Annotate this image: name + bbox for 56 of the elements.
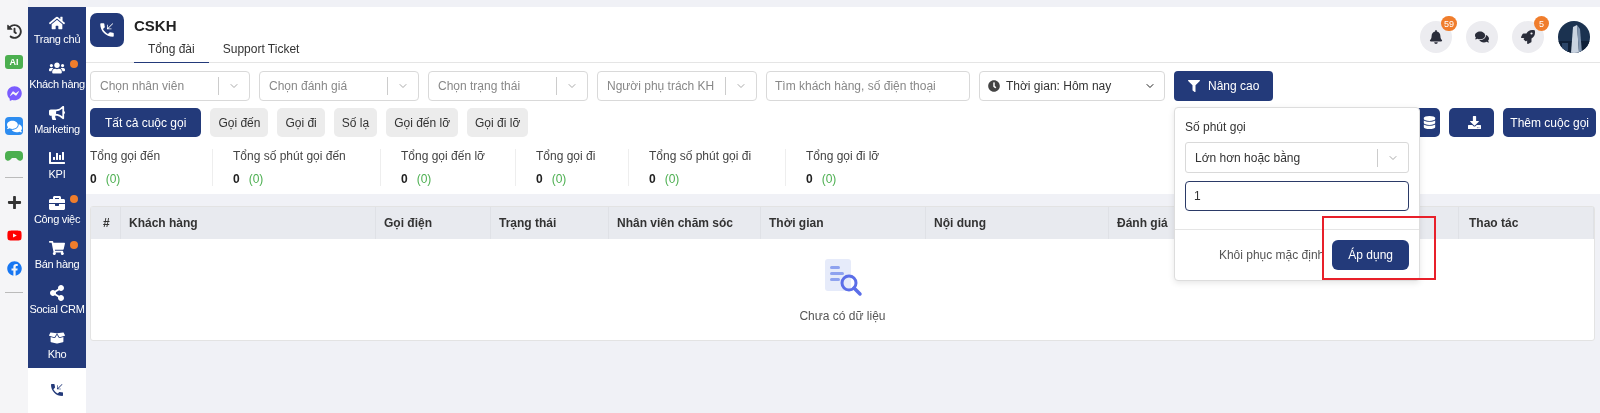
stat-sub-value: (0): [821, 172, 837, 186]
column-header: Nội dung: [926, 207, 1109, 239]
advanced-filter-button[interactable]: Nâng cao: [1174, 71, 1274, 101]
stat-label: Tổng gọi đến lỡ: [401, 149, 486, 163]
call-type-tab[interactable]: Gọi đến: [210, 108, 269, 137]
nav-item[interactable]: Bán hàng: [28, 232, 86, 278]
time-select[interactable]: Thời gian: Hôm nay: [979, 71, 1165, 101]
column-header: Thao tác: [1459, 207, 1594, 239]
select-field[interactable]: Chọn nhân viên: [90, 71, 250, 101]
stat-sub-value: (0): [664, 172, 680, 186]
column-header: Nhân viên chăm sóc: [609, 207, 761, 239]
stat-value: 0: [401, 172, 408, 186]
stat-value: 0: [806, 172, 813, 186]
call-type-tab[interactable]: Gọi đi: [277, 108, 325, 137]
call-type-tab[interactable]: Gọi đến lỡ: [386, 108, 459, 137]
stat-label: Tổng số phút gọi đến: [233, 149, 347, 163]
stat-label: Tổng gọi đi lỡ: [806, 149, 881, 163]
search-field[interactable]: Tìm khách hàng, số điện thoại: [766, 71, 970, 101]
tab[interactable]: Support Ticket: [208, 42, 314, 64]
call-type-tab[interactable]: Gọi đi lỡ: [467, 108, 529, 137]
column-header: Khách hàng: [121, 207, 376, 239]
stat-value: 0: [90, 172, 97, 186]
nav-item[interactable]: KPI: [28, 142, 86, 188]
stat-sub-value: (0): [551, 172, 567, 186]
column-header: Thời gian: [761, 207, 926, 239]
stat-value: 0: [536, 172, 543, 186]
apply-button[interactable]: Áp dụng: [1332, 240, 1409, 270]
empty-message: Chưa có dữ liệu: [799, 308, 886, 323]
nav-item[interactable]: Social CRM: [28, 277, 86, 323]
operator-select[interactable]: Lớn hơn hoặc bằng: [1185, 142, 1409, 173]
select-field[interactable]: Người phụ trách KH: [597, 71, 757, 101]
select-field[interactable]: Chọn trạng thái: [428, 71, 588, 101]
stat-sub-value: (0): [248, 172, 264, 186]
stat-label: Tổng số phút gọi đi: [649, 149, 753, 163]
nav-item[interactable]: Marketing: [28, 97, 86, 143]
column-header: Trạng thái: [491, 207, 609, 239]
nav-item[interactable]: Kho: [28, 322, 86, 368]
add-call-button[interactable]: Thêm cuộc gọi: [1503, 108, 1596, 137]
stat-label: Tổng gọi đi: [536, 149, 597, 163]
page-title: CSKH: [134, 17, 178, 34]
select-field[interactable]: Chọn đánh giá: [259, 71, 419, 101]
stat-label: Tổng gọi đến: [90, 149, 162, 163]
count-badge: 5: [1534, 16, 1549, 31]
nav-item[interactable]: Trang chủ: [28, 7, 86, 53]
nav-item[interactable]: Khách hàng: [28, 52, 86, 98]
minutes-input[interactable]: 1: [1185, 181, 1409, 211]
stat-value: 0: [649, 172, 656, 186]
stat-sub-value: (0): [416, 172, 432, 186]
call-type-tab[interactable]: Tất cả cuộc gọi: [90, 108, 202, 137]
column-header: #: [91, 207, 121, 239]
field-label: Số phút gọi: [1185, 120, 1247, 134]
stat-sub-value: (0): [105, 172, 121, 186]
nav-item[interactable]: Công việc: [28, 187, 86, 233]
column-header: Gọi điện: [376, 207, 491, 239]
stat-value: 0: [233, 172, 240, 186]
call-type-tab[interactable]: Số lạ: [333, 108, 378, 137]
